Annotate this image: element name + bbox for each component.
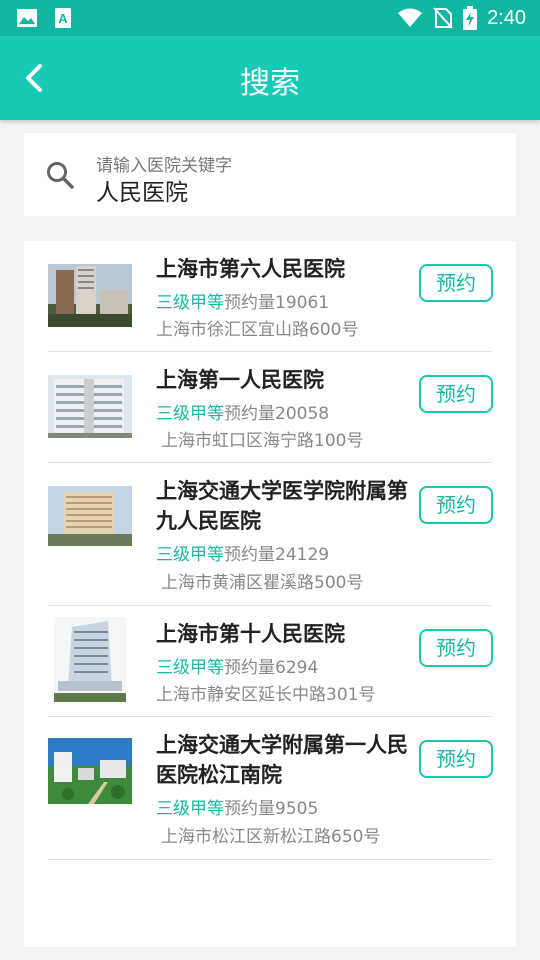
hospital-level: 三级甲等 <box>156 404 224 424</box>
hospital-name: 上海市第六人民医院 <box>156 257 345 281</box>
booking-count-label: 预约量 <box>224 545 275 565</box>
app-bar: 搜索 <box>0 36 540 120</box>
hospital-thumbnail <box>48 264 132 327</box>
booking-count: 6294 <box>275 658 319 678</box>
status-bar: A 2:40 <box>0 0 540 36</box>
list-item[interactable]: 上海第一人民医院 三级甲等预约量20058 上海市虹口区海宁路100号 预约 <box>48 352 493 463</box>
hospital-address: 上海市徐汇区宜山路600号 <box>156 320 359 340</box>
hospital-meta: 三级甲等预约量19061 <box>156 288 329 313</box>
booking-count: 19061 <box>275 293 330 313</box>
status-time: 2:40 <box>487 6 526 29</box>
booking-count: 20058 <box>275 404 330 424</box>
list-item[interactable]: 上海市第十人民医院 三级甲等预约量6294 上海市静安区延长中路301号 预约 <box>48 606 493 717</box>
hospital-thumbnail <box>48 738 132 804</box>
wifi-icon <box>398 8 423 27</box>
booking-count: 9505 <box>275 799 319 819</box>
hospital-address: 上海市黄浦区瞿溪路500号 <box>161 573 364 593</box>
book-button[interactable]: 预约 <box>419 264 493 302</box>
book-button[interactable]: 预约 <box>419 486 493 524</box>
list-item[interactable]: 上海市第六人民医院 三级甲等预约量19061 上海市徐汇区宜山路600号 预约 <box>48 241 493 352</box>
hospital-level: 三级甲等 <box>156 799 224 819</box>
page-title: 搜索 <box>240 66 300 101</box>
booking-count: 24129 <box>275 545 330 565</box>
search-input[interactable]: 人民医院 <box>96 173 188 207</box>
book-button[interactable]: 预约 <box>419 375 493 413</box>
image-icon <box>17 9 37 27</box>
booking-count-label: 预约量 <box>224 404 275 424</box>
hospital-name: 上海交通大学附属第一人民医院松江南院 <box>156 733 408 787</box>
svg-text:A: A <box>58 11 68 26</box>
booking-count-label: 预约量 <box>224 799 275 819</box>
hospital-name: 上海第一人民医院 <box>156 368 324 392</box>
booking-count-label: 预约量 <box>224 658 275 678</box>
hospital-address: 上海市虹口区海宁路100号 <box>161 431 364 451</box>
search-icon <box>47 162 74 189</box>
hospital-level: 三级甲等 <box>156 545 224 565</box>
hospital-level: 三级甲等 <box>156 658 224 678</box>
hospital-address: 上海市松江区新松江路650号 <box>161 827 381 847</box>
search-bar[interactable]: 请输入医院关键字 人民医院 <box>24 133 516 216</box>
hospital-name: 上海交通大学医学院附属第九人民医院 <box>156 479 408 533</box>
hospital-thumbnail <box>54 617 126 702</box>
hospital-meta: 三级甲等预约量6294 <box>156 653 318 678</box>
book-button[interactable]: 预约 <box>419 629 493 667</box>
hospital-list: 上海市第六人民医院 三级甲等预约量19061 上海市徐汇区宜山路600号 预约 … <box>24 241 516 947</box>
hospital-level: 三级甲等 <box>156 293 224 313</box>
hospital-meta: 三级甲等预约量24129 <box>156 540 329 565</box>
hospital-thumbnail <box>48 486 132 546</box>
booking-count-label: 预约量 <box>224 293 275 313</box>
hospital-name: 上海市第十人民医院 <box>156 622 345 646</box>
list-item[interactable]: 上海交通大学医学院附属第九人民医院 三级甲等预约量24129 上海市黄浦区瞿溪路… <box>48 463 493 606</box>
hospital-meta: 三级甲等预约量20058 <box>156 399 329 424</box>
hospital-meta: 三级甲等预约量9505 <box>156 794 318 819</box>
battery-charging-icon <box>463 6 478 30</box>
hospital-thumbnail <box>48 375 132 438</box>
book-button[interactable]: 预约 <box>419 740 493 778</box>
hospital-address: 上海市静安区延长中路301号 <box>156 685 376 705</box>
list-item[interactable]: 上海交通大学附属第一人民医院松江南院 三级甲等预约量9505 上海市松江区新松江… <box>48 717 493 860</box>
font-a-icon: A <box>55 8 71 28</box>
no-sim-icon <box>433 7 453 29</box>
